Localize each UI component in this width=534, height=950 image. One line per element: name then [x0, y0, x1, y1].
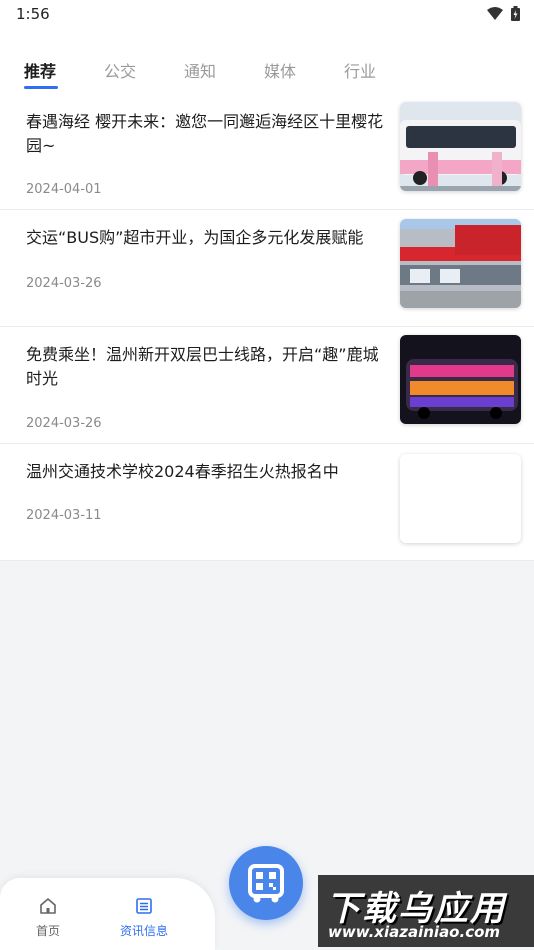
news-date: 2024-04-01	[26, 182, 102, 197]
watermark-url: www.xiazainiao.com	[328, 923, 501, 941]
news-thumbnail-placeholder	[400, 454, 521, 543]
news-title: 交运“BUS购”超市开业，为国企多元化发展赋能	[26, 228, 364, 247]
nav-news[interactable]: 资讯信息	[109, 896, 179, 939]
category-tabs: 推荐 公交 通知 媒体 行业	[0, 30, 534, 94]
news-date: 2024-03-11	[26, 508, 102, 523]
watermark-logo: 下载乌应用 www.xiazainiao.com	[318, 875, 534, 947]
home-icon	[40, 898, 56, 914]
tab-media[interactable]: 媒体	[264, 58, 296, 82]
news-item[interactable]: 春遇海经 樱开未来：邀您一同邂逅海经区十里樱花园~ 2024-04-01	[0, 94, 534, 210]
news-list-icon	[136, 898, 152, 914]
bus-qr-icon	[248, 864, 284, 903]
tab-industry[interactable]: 行业	[344, 58, 376, 82]
status-time: 1:56	[16, 5, 50, 23]
scan-code-button[interactable]	[229, 846, 303, 920]
tab-notice[interactable]: 通知	[184, 58, 216, 82]
news-date: 2024-03-26	[26, 276, 102, 291]
tab-recommended[interactable]: 推荐	[24, 58, 56, 82]
news-title: 春遇海经 樱开未来：邀您一同邂逅海经区十里樱花园~	[26, 112, 384, 155]
news-date: 2024-03-26	[26, 416, 102, 431]
news-thumbnail-bus-cherry	[400, 102, 521, 191]
news-item[interactable]: 免费乘坐！温州新开双层巴士线路，开启“趣”鹿城时光 2024-03-26	[0, 327, 534, 444]
nav-home-label: 首页	[35, 924, 60, 938]
news-item[interactable]: 交运“BUS购”超市开业，为国企多元化发展赋能 2024-03-26	[0, 210, 534, 327]
news-list: 春遇海经 樱开未来：邀您一同邂逅海经区十里樱花园~ 2024-04-01 交运“…	[0, 94, 534, 561]
news-title: 温州交通技术学校2024春季招生火热报名中	[26, 462, 339, 481]
status-bar: 1:56	[0, 0, 534, 30]
status-icons	[487, 6, 520, 21]
news-thumbnail-supermarket	[400, 219, 521, 308]
bottom-navigation: 首页 资讯信息	[0, 878, 215, 950]
tab-bus[interactable]: 公交	[104, 58, 136, 82]
wifi-icon	[487, 6, 503, 20]
nav-news-label: 资讯信息	[119, 924, 168, 938]
news-title: 免费乘坐！温州新开双层巴士线路，开启“趣”鹿城时光	[26, 345, 379, 388]
news-thumbnail-double-decker	[400, 335, 521, 424]
nav-home[interactable]: 首页	[13, 896, 83, 939]
battery-icon	[511, 6, 520, 21]
news-item[interactable]: 温州交通技术学校2024春季招生火热报名中 2024-03-11	[0, 444, 534, 561]
active-tab-indicator	[24, 86, 58, 89]
